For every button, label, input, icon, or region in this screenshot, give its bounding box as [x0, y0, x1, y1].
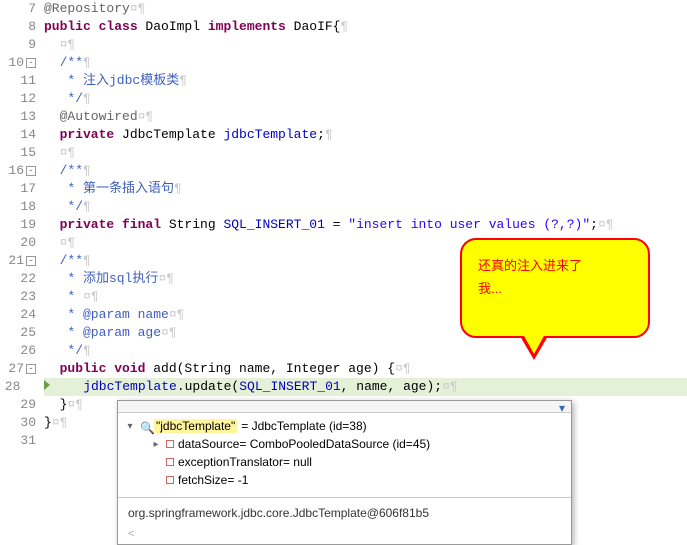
callout-text: 我...: [478, 277, 632, 300]
line-number: 26: [0, 342, 36, 360]
line-number: 24: [0, 306, 36, 324]
line-number: 22: [0, 270, 36, 288]
tree-child-row[interactable]: ▸ dataSource= ComboPooledDataSource (id=…: [124, 435, 565, 453]
line-number: 9: [0, 36, 36, 54]
line-number-gutter: 7 8 9 10- 11 12 13 14 15 16- 17 18 19 20…: [0, 0, 40, 537]
line-number: 14: [0, 126, 36, 144]
fold-toggle[interactable]: -: [26, 166, 36, 176]
line-number: 11: [0, 72, 36, 90]
line-number: 12: [0, 90, 36, 108]
debug-arrow-icon: [44, 380, 50, 390]
annotation-callout: 还真的注入进来了 我...: [460, 238, 650, 338]
line-number: 27-: [0, 360, 36, 378]
line-number: 13: [0, 108, 36, 126]
line-number: 19: [0, 216, 36, 234]
line-number: 8: [0, 18, 36, 36]
popup-header: ▾: [118, 401, 571, 413]
tree-child-row[interactable]: exceptionTranslator= null: [124, 453, 565, 471]
line-number: 16-: [0, 162, 36, 180]
tree-root-row[interactable]: ▾ 🔍 "jdbcTemplate" = JdbcTemplate (id=38…: [124, 417, 565, 435]
annotation: @Repository: [44, 1, 130, 16]
field-icon: [166, 458, 174, 466]
search-icon: 🔍: [140, 421, 150, 431]
variable-entry: dataSource= ComboPooledDataSource (id=45…: [178, 437, 430, 451]
line-number: 7: [0, 0, 36, 18]
line-number: 20: [0, 234, 36, 252]
line-number: 29: [0, 396, 36, 414]
fold-toggle[interactable]: -: [26, 58, 36, 68]
line-number: 30: [0, 414, 36, 432]
variable-name: "jdbcTemplate": [154, 419, 237, 433]
collapse-icon[interactable]: ▾: [124, 421, 136, 432]
chevron-down-icon[interactable]: ▾: [559, 401, 565, 415]
field-icon: [166, 440, 174, 448]
expand-icon[interactable]: ▸: [150, 439, 162, 450]
variable-value: = JdbcTemplate (id=38): [241, 419, 366, 433]
field-icon: [166, 476, 174, 484]
line-number: 15: [0, 144, 36, 162]
fold-toggle[interactable]: -: [26, 256, 36, 266]
line-number: 23: [0, 288, 36, 306]
line-number: 31: [0, 432, 36, 450]
scroll-hint: <: [118, 528, 571, 544]
line-number: 28: [0, 378, 36, 396]
debug-current-line: jdbcTemplate.update(SQL_INSERT_01, name,…: [44, 378, 687, 396]
debug-inspect-popup: ▾ ▾ 🔍 "jdbcTemplate" = JdbcTemplate (id=…: [117, 400, 572, 545]
line-number: 17: [0, 180, 36, 198]
callout-tail-icon: [520, 336, 548, 360]
fold-toggle[interactable]: -: [26, 364, 36, 374]
tree-child-row[interactable]: fetchSize= -1: [124, 471, 565, 489]
variable-entry: fetchSize= -1: [178, 473, 248, 487]
line-number: 10-: [0, 54, 36, 72]
popup-detail: org.springframework.jdbc.core.JdbcTempla…: [118, 497, 571, 528]
callout-text: 还真的注入进来了: [478, 254, 632, 277]
variable-tree[interactable]: ▾ 🔍 "jdbcTemplate" = JdbcTemplate (id=38…: [118, 413, 571, 497]
variable-entry: exceptionTranslator= null: [178, 455, 312, 469]
line-number: 18: [0, 198, 36, 216]
line-number: 25: [0, 324, 36, 342]
line-number: 21-: [0, 252, 36, 270]
